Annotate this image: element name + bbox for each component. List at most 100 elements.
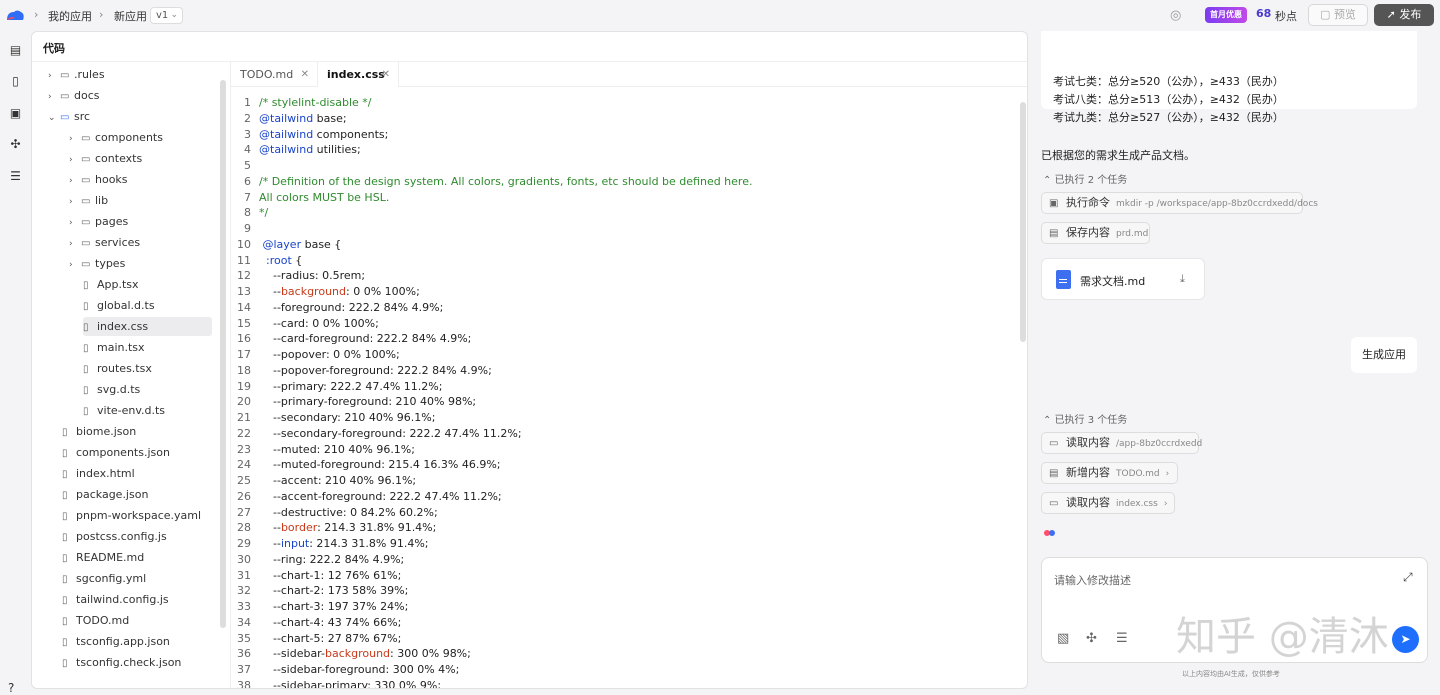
tree-folder[interactable]: ⌄ ▭ src xyxy=(48,107,212,126)
document-icon[interactable]: ▯ xyxy=(9,75,22,87)
database-icon[interactable]: ☰ xyxy=(9,170,22,182)
chevron-right-icon: › xyxy=(69,134,73,144)
code-token: --primary-foreground: 210 40% 98%; xyxy=(259,395,477,409)
tree-file[interactable]: ▯ tsconfig.check.json xyxy=(62,653,212,672)
tree-file[interactable]: ▯ App.tsx xyxy=(83,275,212,294)
chat-icon[interactable]: ▤ xyxy=(9,44,22,56)
task-label: 读取内容 xyxy=(1066,496,1110,509)
task-chip[interactable]: ▣ 执行命令 mkdir -p /workspace/app-8bz0ccrdxed… xyxy=(1041,192,1318,214)
close-icon[interactable]: ✕ xyxy=(301,62,309,87)
tree-file[interactable]: ▯ global.d.ts xyxy=(83,296,212,315)
tree-file[interactable]: ▯ main.tsx xyxy=(83,338,212,357)
tree-file[interactable]: ▯ components.json xyxy=(62,443,212,462)
tree-file[interactable]: ▯ index.html xyxy=(62,464,212,483)
line-number: 21 xyxy=(237,411,251,424)
file-icon: ▯ xyxy=(62,427,68,438)
help-icon[interactable]: ? xyxy=(8,681,14,695)
task-chip[interactable]: ▭ 读取内容/app-8bz0ccrdxedd xyxy=(1041,432,1202,454)
code-token: --muted: 210 40% 96.1%; xyxy=(259,442,415,456)
tree-item-label: global.d.ts xyxy=(97,299,155,312)
task-chip[interactable]: ▤ 保存内容 prd.md xyxy=(1041,222,1150,244)
tree-file[interactable]: ▯ tailwind.config.js xyxy=(62,590,212,609)
plugin-icon[interactable]: ✣ xyxy=(1086,631,1097,646)
code-line: --sidebar-primary: 330 0% 9%; xyxy=(259,678,441,688)
tree-file[interactable]: ▯ README.md xyxy=(62,548,212,567)
save-icon: ▤ xyxy=(1049,228,1059,239)
code-token: --foreground: 222.2 84% 4.9%; xyxy=(259,300,444,314)
breadcrumb-current-app[interactable]: 新应用 xyxy=(114,8,147,24)
send-button[interactable]: ➤ xyxy=(1392,626,1419,653)
tree-file[interactable]: ▯ index.css xyxy=(83,317,212,336)
tree-file[interactable]: ▯ biome.json xyxy=(62,422,212,441)
tree-file[interactable]: ▯ pnpm-workspace.yaml xyxy=(62,506,212,525)
tree-file[interactable]: ▯ TODO.md xyxy=(62,611,212,630)
file-attachment[interactable]: 需求文档.md ⤓ xyxy=(1041,258,1205,300)
publish-button[interactable]: ➚ 发布 xyxy=(1374,4,1434,26)
tree-folder[interactable]: › ▭ contexts xyxy=(69,149,212,168)
file-icon: ▯ xyxy=(83,280,89,291)
tree-folder[interactable]: › ▭ types xyxy=(69,254,212,273)
line-number: 26 xyxy=(237,489,251,503)
task-chip[interactable]: ▤ 新增内容 TODO.md › xyxy=(1041,462,1178,484)
line-number: 32 xyxy=(237,584,251,598)
code-token: --card: 0 0% 100%; xyxy=(259,316,379,330)
code-editor[interactable]: 1 /* stylelint-disable */ 2 @tailwind base;… xyxy=(231,95,1021,688)
tree-item-label: routes.tsx xyxy=(97,362,152,375)
image-icon[interactable]: ▧ xyxy=(1057,631,1069,646)
tree-item-label: svg.d.ts xyxy=(97,383,141,396)
tree-folder[interactable]: › ▭ services xyxy=(69,233,212,252)
preview-button[interactable]: ▢ 预览 xyxy=(1308,4,1368,26)
code-icon[interactable]: ▣ xyxy=(9,107,22,119)
code-token: --popover: 0 0% 100%; xyxy=(259,348,400,361)
prompt-input[interactable]: 请输入修改描述 ⤢ ▧ ✣ ☰ 知乎 @清沐 ➤ xyxy=(1041,557,1428,663)
code-token: -- xyxy=(259,285,281,298)
tree-folder[interactable]: › ▭ lib xyxy=(69,191,212,210)
tree-file[interactable]: ▯ vite-env.d.ts xyxy=(83,401,212,420)
line-number: 17 xyxy=(237,348,251,361)
tree-file[interactable]: ▯ sgconfig.yml xyxy=(62,569,212,588)
promo-badge[interactable]: 首月优惠 xyxy=(1205,7,1247,23)
code-line: --accent-foreground: 222.2 47.4% 11.2%; xyxy=(259,489,502,504)
tree-item-label: tsconfig.check.json xyxy=(76,656,182,669)
tree-folder[interactable]: › ▭ docs xyxy=(48,86,212,105)
line-number: 22 xyxy=(237,426,251,440)
breadcrumb-my-apps[interactable]: 我的应用 xyxy=(48,8,92,24)
chevron-right-icon: › xyxy=(69,260,73,270)
line-number: 15 xyxy=(237,316,251,330)
tree-file[interactable]: ▯ package.json xyxy=(62,485,212,504)
tab-todo-md[interactable]: TODO.md ✕ xyxy=(231,62,317,87)
tree-folder[interactable]: › ▭ .rules xyxy=(48,65,212,84)
folder-icon: ▭ xyxy=(60,112,70,123)
tree-folder[interactable]: › ▭ pages xyxy=(69,212,212,231)
expand-icon[interactable]: ⤢ xyxy=(1403,570,1413,585)
download-icon[interactable]: ⤓ xyxy=(1180,272,1185,286)
code-line: :root { xyxy=(259,253,302,268)
tab-index-css[interactable]: index.css ✕ xyxy=(317,62,399,87)
tree-file[interactable]: ▯ svg.d.ts xyxy=(83,380,212,399)
tree-folder[interactable]: › ▭ components xyxy=(69,128,212,147)
tree-file[interactable]: ▯ postcss.config.js xyxy=(62,527,212,546)
code-line: --popover: 0 0% 100%; xyxy=(259,347,400,362)
list-add-icon[interactable]: ☰ xyxy=(1116,631,1128,646)
close-icon[interactable]: ✕ xyxy=(382,62,390,87)
code-token: --chart-4: 43 74% 66%; xyxy=(259,615,402,629)
user-message: 生成应用 xyxy=(1351,337,1417,373)
code-scrollbar[interactable] xyxy=(1020,102,1026,342)
app-logo-icon[interactable] xyxy=(5,8,25,22)
plugin-icon[interactable]: ✣ xyxy=(9,138,22,150)
chevron-right-icon: › xyxy=(1165,469,1170,479)
file-tree-scrollbar[interactable] xyxy=(220,80,226,628)
version-select[interactable]: v1 ⌄ xyxy=(150,7,183,24)
task-group-header[interactable]: ⌃ 已执行 2 个任务 xyxy=(1043,171,1127,186)
task-chip[interactable]: ▭ 读取内容 index.css › xyxy=(1041,492,1175,514)
tree-file[interactable]: ▯ routes.tsx xyxy=(83,359,212,378)
task-group-header[interactable]: ⌃ 已执行 3 个任务 xyxy=(1043,411,1127,426)
tree-folder[interactable]: › ▭ hooks xyxy=(69,170,212,189)
code-token: /* Definition of the design system. All … xyxy=(259,174,753,188)
code-line: --primary-foreground: 210 40% 98%; xyxy=(259,394,476,409)
tree-file[interactable]: ▯ tsconfig.app.json xyxy=(62,632,212,651)
code-token: --muted-foreground: 215.4 16.3% 46.9%; xyxy=(259,458,501,472)
editor-tabs: TODO.md ✕ index.css ✕ xyxy=(231,62,1027,87)
code-token: background xyxy=(324,647,391,661)
settings-icon[interactable]: ◎ xyxy=(1170,8,1181,23)
